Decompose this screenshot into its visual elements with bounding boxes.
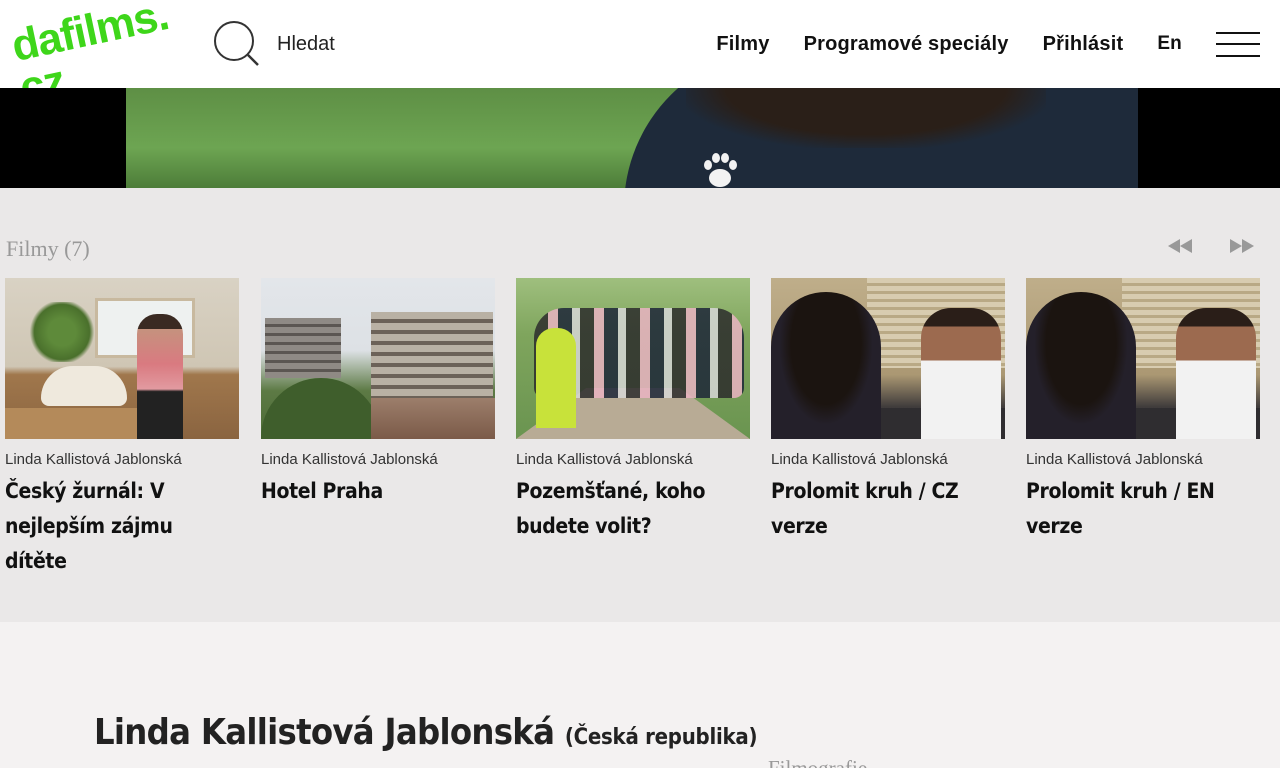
hero-banner — [0, 88, 1280, 188]
menu-icon[interactable] — [1216, 30, 1260, 58]
site-header: dafilms. cz Hledat Filmy Programové spec… — [0, 0, 1280, 88]
logo-line-1: dafilms. — [7, 0, 173, 71]
film-card[interactable]: Linda Kallistová Jablonská Hotel Praha — [261, 278, 495, 509]
film-thumbnail[interactable] — [516, 278, 750, 439]
films-carousel: Filmy (7) Linda Kallistová Jablonská Čes… — [0, 188, 1280, 622]
search-label: Hledat — [277, 32, 335, 55]
person-country: (Česká republika) — [564, 725, 758, 750]
search-button[interactable]: Hledat — [212, 20, 335, 68]
rewind-icon[interactable] — [1166, 236, 1194, 256]
paw-print-icon — [704, 153, 737, 187]
person-name: Linda Kallistová Jablonská — [94, 712, 555, 753]
film-card[interactable]: Linda Kallistová Jablonská Český žurnál:… — [5, 278, 239, 579]
film-title[interactable]: Pozemšťané, koho budete volit? — [516, 474, 750, 544]
films-section-title: Filmy (7) — [6, 236, 90, 261]
film-thumbnail[interactable] — [1026, 278, 1260, 439]
film-title[interactable]: Prolomit kruh / CZ verze — [771, 474, 1005, 544]
film-thumbnail[interactable] — [771, 278, 1005, 439]
search-icon — [214, 21, 259, 66]
dafilms-logo[interactable]: dafilms. cz — [2, 0, 187, 88]
film-title[interactable]: Prolomit kruh / EN verze — [1026, 474, 1260, 544]
film-title[interactable]: Hotel Praha — [261, 474, 495, 509]
logo-line-2: cz — [15, 55, 70, 88]
film-author[interactable]: Linda Kallistová Jablonská — [771, 451, 1005, 468]
film-title[interactable]: Český žurnál: V nejlepším zájmu dítěte — [5, 474, 239, 579]
film-thumbnail[interactable] — [261, 278, 495, 439]
nav-films[interactable]: Filmy — [716, 33, 769, 56]
portrait-photo — [126, 88, 1138, 188]
film-author[interactable]: Linda Kallistová Jablonská — [516, 451, 750, 468]
film-author[interactable]: Linda Kallistová Jablonská — [1026, 451, 1260, 468]
nav-login[interactable]: Přihlásit — [1043, 33, 1124, 56]
language-switch[interactable]: En — [1157, 33, 1182, 55]
filmography-heading: Filmografie — [768, 756, 868, 768]
film-card[interactable]: Linda Kallistová Jablonská Pozemšťané, k… — [516, 278, 750, 544]
nav-program-specials[interactable]: Programové speciály — [804, 33, 1009, 56]
film-thumbnail[interactable] — [5, 278, 239, 439]
film-card[interactable]: Linda Kallistová Jablonská Prolomit kruh… — [1026, 278, 1260, 544]
film-author[interactable]: Linda Kallistová Jablonská — [261, 451, 495, 468]
main-nav: Filmy Programové speciály Přihlásit En — [682, 0, 1280, 88]
fast-forward-icon[interactable] — [1228, 236, 1256, 256]
person-heading: Linda Kallistová Jablonská (Česká republ… — [94, 712, 758, 753]
film-author[interactable]: Linda Kallistová Jablonská — [5, 451, 239, 468]
film-card[interactable]: Linda Kallistová Jablonská Prolomit kruh… — [771, 278, 1005, 544]
